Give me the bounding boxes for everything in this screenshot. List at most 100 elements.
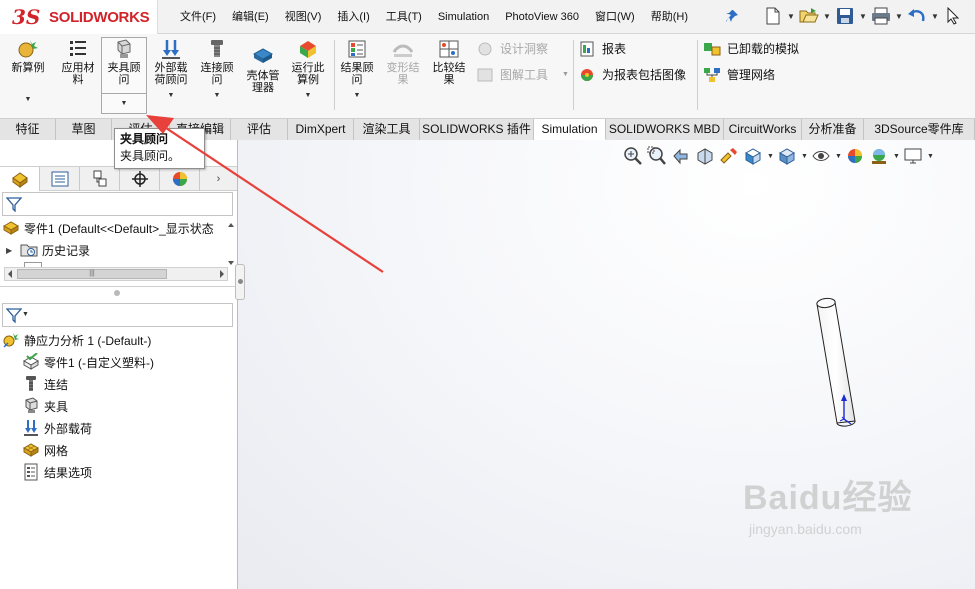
external-loads-row[interactable]: 外部载荷 — [22, 418, 92, 438]
apply-scene-icon[interactable] — [869, 146, 889, 166]
menu-simulation[interactable]: Simulation — [430, 6, 497, 28]
tab-features[interactable]: 特征 — [0, 119, 56, 140]
open-icon[interactable] — [798, 3, 820, 29]
tree-horizontal-scrollbar[interactable]: ||| — [4, 267, 228, 281]
undo-icon[interactable] — [906, 3, 928, 29]
tab-evaluate-2[interactable]: 评估 — [231, 119, 288, 140]
menu-view[interactable]: 视图(V) — [277, 6, 330, 28]
study-tree-row[interactable]: 静应力分析 1 (-Default-) — [2, 330, 151, 350]
tab-solidworks-addins[interactable]: SOLIDWORKS 插件 — [420, 119, 534, 140]
zoom-to-area-icon[interactable] — [647, 146, 667, 166]
fixtures-advisor-dropdown-icon[interactable]: ▼ — [121, 98, 128, 110]
new-study-dropdown-icon[interactable]: ▼ — [25, 94, 32, 106]
open-dropdown-icon[interactable]: ▼ — [822, 12, 832, 21]
select-icon[interactable] — [942, 3, 964, 29]
new-icon[interactable] — [762, 3, 784, 29]
section-view-icon[interactable] — [695, 146, 715, 166]
include-image-in-report-button[interactable]: 为报表包括图像 — [578, 66, 686, 83]
plot-tools-dropdown-icon[interactable]: ▼ — [562, 71, 569, 78]
tab-dimxpert[interactable]: DimXpert — [288, 119, 354, 140]
zoom-to-fit-icon[interactable] — [623, 146, 643, 166]
view-orientation-dropdown-icon[interactable]: ▼ — [767, 153, 774, 160]
results-advisor-dropdown-icon[interactable]: ▼ — [354, 90, 361, 102]
result-options-row[interactable]: 结果选项 — [22, 462, 92, 482]
tab-render-tools[interactable]: 渲染工具 — [354, 119, 420, 140]
external-loads-dropdown-icon[interactable]: ▼ — [168, 90, 175, 102]
offloaded-simulations-button[interactable]: 已卸载的模拟 — [703, 40, 799, 57]
featuremanager-tab[interactable] — [0, 167, 40, 191]
fixtures-advisor-button[interactable]: 夹具顾 问 ▼ — [103, 38, 145, 110]
report-button[interactable]: 报表 — [578, 40, 626, 57]
apply-scene-dropdown-icon[interactable]: ▼ — [893, 153, 900, 160]
splitter-grip-icon[interactable] — [114, 290, 120, 296]
run-study-dropdown-icon[interactable]: ▼ — [305, 90, 312, 102]
undo-dropdown-icon[interactable]: ▼ — [930, 12, 940, 21]
print-icon[interactable] — [870, 3, 892, 29]
results-advisor-button[interactable]: 结果顾 问 ▼ — [336, 38, 378, 102]
tab-solidworks-mbd[interactable]: SOLIDWORKS MBD — [606, 119, 724, 140]
menu-photoview[interactable]: PhotoView 360 — [497, 6, 587, 28]
menu-window[interactable]: 窗口(W) — [587, 6, 643, 28]
menu-tools[interactable]: 工具(T) — [378, 6, 430, 28]
pin-menu-icon[interactable] — [724, 8, 740, 24]
new-dropdown-icon[interactable]: ▼ — [786, 12, 796, 21]
tab-sketch[interactable]: 草图 — [56, 119, 112, 140]
more-tabs-chevron-icon[interactable]: › — [200, 167, 237, 190]
expand-arrow-icon[interactable]: ▶ — [6, 246, 16, 255]
tab-circuitworks[interactable]: CircuitWorks — [724, 119, 802, 140]
study-part-row[interactable]: 零件1 (-自定义塑料-) — [22, 352, 154, 372]
displaymanager-tab[interactable] — [160, 167, 200, 191]
part-tree-row[interactable]: 零件1 (Default<<Default>_显示状态 — [2, 218, 214, 238]
tab-3dsource[interactable]: 3DSource零件库 — [864, 119, 975, 140]
menu-file[interactable]: 文件(F) — [172, 6, 224, 28]
compare-results-button[interactable]: 比较结 果 — [428, 38, 470, 86]
graphics-area[interactable]: ▼ ▼ ▼ ▼ ▼ Baidu经验 jingyan.baidu.com — [238, 140, 975, 589]
configurationmanager-tab[interactable] — [80, 167, 120, 191]
menu-help[interactable]: 帮助(H) — [643, 6, 696, 28]
panel-splitter[interactable] — [0, 286, 237, 287]
previous-view-icon[interactable] — [671, 146, 691, 166]
display-style-icon[interactable] — [777, 146, 797, 166]
display-style-dropdown-icon[interactable]: ▼ — [801, 153, 808, 160]
menu-edit[interactable]: 编辑(E) — [224, 6, 277, 28]
hide-show-items-icon[interactable] — [811, 146, 831, 166]
solidworks-logo[interactable]: 3S SOLIDWORKS — [0, 0, 158, 34]
save-icon[interactable] — [834, 3, 856, 29]
design-insight-button[interactable]: 设计洞察 — [476, 40, 548, 57]
apply-material-button[interactable]: 应用材 料 — [56, 38, 100, 86]
save-dropdown-icon[interactable]: ▼ — [858, 12, 868, 21]
filter-dropdown-icon[interactable]: ▼ — [22, 311, 29, 318]
tab-simulation[interactable]: Simulation — [534, 119, 606, 140]
tab-analysis-prep[interactable]: 分析准备 — [802, 119, 864, 140]
view-settings-dropdown-icon[interactable]: ▼ — [927, 153, 934, 160]
scrollbar-thumb[interactable]: ||| — [17, 269, 167, 279]
manage-network-button[interactable]: 管理网络 — [703, 66, 775, 83]
view-orientation-icon[interactable] — [743, 146, 763, 166]
deformed-result-button[interactable]: 变形结 果 — [382, 38, 424, 86]
dimxpertmanager-tab[interactable] — [120, 167, 160, 191]
mesh-row[interactable]: 网格 — [22, 440, 68, 460]
history-tree-row[interactable]: ▶ 历史记录 — [6, 240, 90, 260]
connections-row[interactable]: 连结 — [22, 374, 68, 394]
feature-tree-filter[interactable] — [2, 192, 233, 216]
study-tree-filter[interactable]: ▼ — [2, 303, 233, 327]
tree-vertical-scrollbar[interactable] — [226, 221, 236, 267]
apply-material-icon — [66, 38, 90, 60]
dynamic-annotation-icon[interactable] — [719, 146, 739, 166]
cylinder-model[interactable] — [808, 295, 868, 438]
external-loads-advisor-button[interactable]: 外部载 荷顾问 ▼ — [150, 38, 192, 102]
fixtures-row[interactable]: 夹具 — [22, 396, 68, 416]
propertymanager-tab[interactable] — [40, 167, 80, 191]
shell-manager-button[interactable]: 壳体管 理器 — [242, 38, 284, 94]
print-dropdown-icon[interactable]: ▼ — [894, 12, 904, 21]
panel-collapse-handle[interactable] — [235, 264, 245, 300]
run-study-button[interactable]: 运行此 算例 ▼ — [287, 38, 329, 102]
new-study-button[interactable]: 新算例 ▼ — [8, 38, 48, 106]
hide-show-dropdown-icon[interactable]: ▼ — [835, 153, 842, 160]
view-settings-icon[interactable] — [903, 146, 923, 166]
edit-appearance-icon[interactable] — [845, 146, 865, 166]
connections-advisor-button[interactable]: 连接顾 问 ▼ — [196, 38, 238, 102]
menu-insert[interactable]: 插入(I) — [329, 6, 377, 28]
connections-dropdown-icon[interactable]: ▼ — [214, 90, 221, 102]
plot-tools-button[interactable]: 图解工具 ▼ — [476, 66, 569, 83]
